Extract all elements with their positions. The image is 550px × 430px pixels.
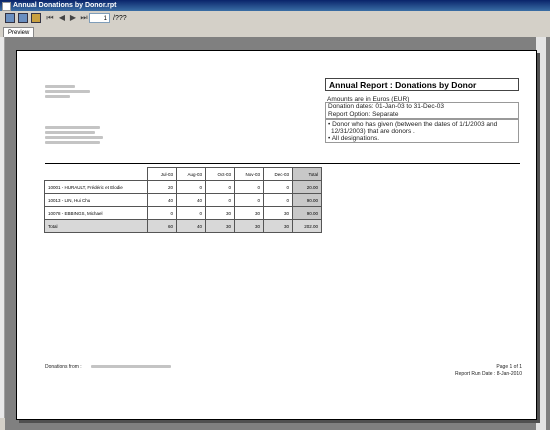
table-cell: 0 <box>234 193 264 207</box>
redacted-text <box>45 85 75 88</box>
table-cell: 0 <box>263 193 293 207</box>
redacted-text <box>45 136 103 139</box>
table-cell: 60 <box>147 219 177 233</box>
column-header: Aug-03 <box>176 167 206 181</box>
report-heading: Annual Report : Donations by Donor <box>325 78 519 91</box>
header-divider <box>45 163 520 164</box>
table-cell: 30 <box>234 219 264 233</box>
table-cell: 0 <box>234 180 264 194</box>
redacted-text <box>45 131 95 134</box>
table-cell: 20 <box>147 180 177 194</box>
page-number-input[interactable]: 1 <box>89 13 110 23</box>
table-cell: 40 <box>176 193 206 207</box>
table-row: 10001 - HURAULT, Frédéric et Elodie 20 0… <box>44 180 322 194</box>
redacted-text <box>45 126 100 129</box>
redacted-text <box>45 141 100 144</box>
table-cell: 40 <box>176 219 206 233</box>
row-total: 90.00 <box>292 206 322 220</box>
last-page-icon[interactable]: ⏭ <box>79 13 89 23</box>
print-icon[interactable] <box>18 13 28 23</box>
previous-page-icon[interactable]: ◀ <box>57 13 67 23</box>
donations-table: Jul-03 Aug-03 Oct-03 Nov-03 Dec-03 Total… <box>44 167 322 233</box>
bottom-left-corner <box>0 418 5 430</box>
table-header-row: Jul-03 Aug-03 Oct-03 Nov-03 Dec-03 Total <box>45 167 322 181</box>
app-icon <box>2 2 11 11</box>
column-header: Dec-03 <box>263 167 293 181</box>
donation-dates: Donation dates: 01-Jan-03 to 31-Dec-03 <box>328 103 444 110</box>
window-titlebar: Annual Donations by Donor.rpt <box>0 0 550 11</box>
column-header: Total <box>292 167 322 181</box>
window-title: Annual Donations by Donor.rpt <box>13 2 117 9</box>
grand-total-label: Total <box>44 219 148 233</box>
redacted-text <box>91 365 171 368</box>
table-row: 10013 - LIN, Hui Chu 40 40 0 0 0 90.00 <box>44 193 322 207</box>
donor-name: 10078 - EBBINGS, Michael <box>44 206 148 220</box>
grand-total-row: Total 60 40 30 30 30 202.00 <box>44 219 322 233</box>
column-header: Oct-03 <box>205 167 235 181</box>
table-cell: 30 <box>263 206 293 220</box>
report-run-date: Report Run Date : 8-Jan-2010 <box>455 371 522 377</box>
table-cell: 40 <box>147 193 177 207</box>
first-page-icon[interactable]: ⏮ <box>45 13 55 23</box>
table-row: 10078 - EBBINGS, Michael 0 0 30 30 30 90… <box>44 206 322 220</box>
table-cell: 30 <box>234 206 264 220</box>
grand-total: 202.00 <box>292 219 322 233</box>
table-cell: 0 <box>205 180 235 194</box>
table-cell: 0 <box>147 206 177 220</box>
table-cell: 0 <box>263 180 293 194</box>
export-icon[interactable] <box>5 13 15 23</box>
table-cell: 0 <box>176 180 206 194</box>
next-page-icon[interactable]: ▶ <box>68 13 78 23</box>
page-total: /??? <box>113 15 127 22</box>
criteria-line: • All designations. <box>328 135 380 142</box>
table-cell: 0 <box>205 193 235 207</box>
table-cell: 30 <box>205 219 235 233</box>
toolbar: ⏮ ◀ ▶ ⏭ 1 /??? <box>0 11 550 27</box>
donor-name: 10013 - LIN, Hui Chu <box>44 193 148 207</box>
column-header: Nov-03 <box>234 167 264 181</box>
redacted-text <box>45 95 70 98</box>
row-total: 20.00 <box>292 180 322 194</box>
page-indicator: Page 1 of 1 <box>496 364 522 370</box>
criteria-line: • Donor who has given (between the dates… <box>328 121 498 128</box>
column-header: Jul-03 <box>147 167 177 181</box>
report-option: Report Option: Separate <box>328 111 399 118</box>
toggle-tree-icon[interactable] <box>31 13 41 23</box>
criteria-line: 12/31/2003) that are donors . <box>331 128 415 135</box>
row-total: 90.00 <box>292 193 322 207</box>
column-header <box>45 168 148 181</box>
left-panel-edge <box>0 37 5 430</box>
table-cell: 0 <box>176 206 206 220</box>
donations-from-label: Donations from : <box>45 364 82 370</box>
table-cell: 30 <box>263 219 293 233</box>
vertical-scrollbar[interactable] <box>536 37 546 430</box>
report-page: Annual Report : Donations by Donor Amoun… <box>16 50 537 420</box>
table-cell: 30 <box>205 206 235 220</box>
donor-name: 10001 - HURAULT, Frédéric et Elodie <box>44 180 148 194</box>
redacted-text <box>45 90 90 93</box>
